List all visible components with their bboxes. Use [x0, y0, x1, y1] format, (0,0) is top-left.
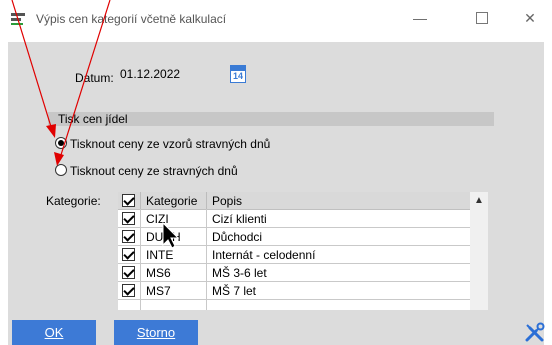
column-header-popis[interactable]: Popis: [212, 194, 242, 208]
cell-kategorie: MS7: [146, 284, 171, 298]
print-prices-group-header: Tisk cen jídel: [48, 112, 494, 126]
table-row[interactable]: INTE Internát - celodenní: [118, 246, 470, 264]
row-checkbox[interactable]: [122, 266, 135, 279]
select-all-checkbox[interactable]: [122, 194, 135, 207]
row-checkbox[interactable]: [122, 284, 135, 297]
table-row[interactable]: MS7 MŠ 7 let: [118, 282, 470, 300]
app-icon: [11, 13, 25, 25]
title-bar: Výpis cen kategorií včetně kalkulací — ✕: [0, 0, 552, 34]
table-row[interactable]: MS6 MŠ 3-6 let: [118, 264, 470, 282]
group-title: Tisk cen jídel: [58, 112, 128, 126]
cell-kategorie: MS6: [146, 266, 171, 280]
cell-kategorie: INTE: [146, 248, 174, 262]
radio-templates-label[interactable]: Tisknout ceny ze vzorů stravných dnů: [70, 137, 270, 151]
categories-label: Kategorie:: [46, 194, 101, 208]
cell-popis: Cizí klienti: [212, 212, 267, 226]
row-checkbox[interactable]: [122, 248, 135, 261]
table-row[interactable]: DUCH Důchodci: [118, 228, 470, 246]
cell-popis: Důchodci: [212, 230, 263, 244]
cell-popis: MŠ 7 let: [212, 284, 257, 298]
calendar-icon-day: 14: [232, 71, 243, 81]
scroll-up-icon[interactable]: ▲: [470, 192, 488, 209]
radio-days-label[interactable]: Tisknout ceny ze stravných dnů: [70, 164, 238, 178]
cell-popis: Internát - celodenní: [212, 248, 316, 262]
ok-button[interactable]: OK: [12, 320, 96, 345]
storno-button[interactable]: Storno: [114, 320, 198, 345]
table-row[interactable]: CIZI Cizí klienti: [118, 210, 470, 228]
radio-days[interactable]: [55, 164, 67, 176]
maximize-button[interactable]: [462, 6, 502, 30]
categories-table: Kategorie Popis CIZI Cizí klienti DUCH D…: [118, 192, 488, 310]
close-button[interactable]: ✕: [510, 6, 550, 30]
cell-popis: MŠ 3-6 let: [212, 266, 267, 280]
row-checkbox[interactable]: [122, 212, 135, 225]
minimize-button[interactable]: —: [400, 6, 440, 30]
cell-kategorie: DUCH: [146, 230, 181, 244]
window-title: Výpis cen kategorií včetně kalkulací: [36, 12, 227, 26]
cell-kategorie: CIZI: [146, 212, 169, 226]
row-checkbox[interactable]: [122, 230, 135, 243]
table-scrollbar[interactable]: ▲: [470, 192, 488, 310]
date-label: Datum:: [75, 71, 114, 85]
radio-templates[interactable]: [55, 137, 67, 149]
table-header: Kategorie Popis: [118, 192, 470, 210]
date-input[interactable]: 01.12.2022: [120, 67, 180, 81]
calendar-icon[interactable]: 14: [230, 65, 246, 83]
tools-icon[interactable]: [524, 322, 546, 342]
column-header-kategorie[interactable]: Kategorie: [146, 194, 197, 208]
